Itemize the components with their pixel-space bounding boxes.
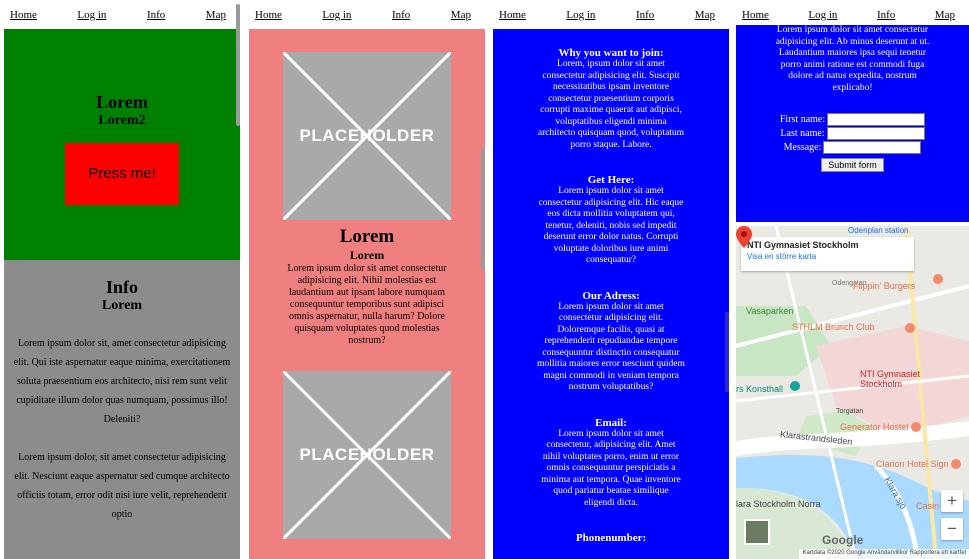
map-label: Clarion Hotel Sign bbox=[876, 459, 949, 469]
section-text: Lorem ipsum dolor sit amet consectetur, … bbox=[541, 428, 681, 508]
nav-map-link[interactable]: Map bbox=[451, 9, 471, 21]
nav-map-link[interactable]: Map bbox=[935, 9, 955, 21]
placeholder-label: PLACEHOLDER bbox=[299, 126, 435, 145]
hero-section: Lorem Lorem2 Press me! bbox=[4, 29, 240, 260]
contact-section: Lorem ipsum dolor sit amet consectetur a… bbox=[736, 25, 969, 222]
nav-login-link[interactable]: Log in bbox=[322, 9, 351, 21]
larger-map-link[interactable]: Visa en större karta bbox=[747, 252, 908, 261]
contact-form: First name: Last name: Message: Submit f… bbox=[736, 112, 969, 172]
map-label: rs Konsthall bbox=[736, 384, 784, 394]
top-nav: Home Log in Info Map bbox=[249, 0, 485, 29]
mobile-view-info: Home Log in Info Map Why you want to joi… bbox=[493, 0, 729, 559]
card-paragraph: Lorem ipsum dolor sit amet consectetur a… bbox=[287, 263, 447, 346]
map-label: NTI Gymnasiet Stockholm bbox=[860, 369, 921, 389]
first-name-input[interactable] bbox=[827, 112, 926, 126]
info-paragraph: Lorem ipsum dolor, sit amet consectetur … bbox=[14, 452, 230, 520]
info-subtitle: Lorem bbox=[101, 298, 143, 313]
map-attribution[interactable]: Kartdata ©2020 Google Användarvillkor Ra… bbox=[799, 549, 969, 559]
map-label: Generator Hostel bbox=[840, 422, 909, 432]
placeholder-image: PLACEHOLDER bbox=[283, 371, 451, 539]
card-subtitle: Lorem bbox=[349, 248, 385, 262]
cards-section: PLACEHOLDER Lorem Lorem Lorem ipsum dolo… bbox=[249, 29, 485, 559]
hero-subtitle: Lorem2 bbox=[98, 113, 146, 128]
message-label: Message: bbox=[783, 141, 822, 153]
section-heading: Why you want to join: bbox=[558, 47, 664, 59]
section-text: Lorem ipsum dolor sit amet consectetur a… bbox=[538, 186, 684, 265]
info-section: Info Lorem Lorem ipsum dolor sit, amet c… bbox=[4, 260, 240, 559]
map-place-name: NTI Gymnasiet Stockholm bbox=[747, 240, 859, 250]
nav-login-link[interactable]: Log in bbox=[77, 9, 106, 21]
nav-info-link[interactable]: Info bbox=[636, 9, 654, 21]
nav-home-link[interactable]: Home bbox=[742, 9, 769, 21]
info-title: Info bbox=[105, 277, 138, 297]
nav-home-link[interactable]: Home bbox=[499, 9, 526, 21]
nav-home-link[interactable]: Home bbox=[10, 9, 37, 21]
map-satellite-toggle[interactable] bbox=[744, 519, 770, 545]
submit-form-button[interactable]: Submit form bbox=[821, 158, 884, 172]
placeholder-image: PLACEHOLDER bbox=[283, 52, 451, 220]
card-title: Lorem bbox=[339, 226, 395, 247]
nav-info-link[interactable]: Info bbox=[147, 9, 165, 21]
press-me-button[interactable]: Press me! bbox=[65, 143, 179, 205]
zoom-in-button[interactable]: + bbox=[941, 490, 963, 512]
nav-login-link[interactable]: Log in bbox=[566, 9, 595, 21]
nav-map-link[interactable]: Map bbox=[206, 9, 226, 21]
message-input[interactable] bbox=[823, 140, 922, 154]
zoom-out-button[interactable]: − bbox=[941, 518, 963, 540]
scrollbar-thumb[interactable] bbox=[236, 4, 240, 126]
scrollbar-thumb[interactable] bbox=[725, 312, 729, 392]
nav-map-link[interactable]: Map bbox=[695, 9, 715, 21]
map-place-card: NTI Gymnasiet Stockholm Visa en större k… bbox=[741, 237, 914, 271]
map-label: Casin bbox=[916, 501, 940, 511]
section-heading: Email: bbox=[595, 416, 627, 429]
map-label: STHLM Brunch Club bbox=[792, 322, 875, 332]
section-heading: Get Here: bbox=[587, 174, 635, 186]
map-label: Torgatan bbox=[836, 408, 864, 415]
placeholder-label: PLACEHOLDER bbox=[299, 445, 435, 464]
map-pin-icon[interactable] bbox=[736, 226, 752, 248]
nav-login-link[interactable]: Log in bbox=[808, 9, 837, 21]
map-label: Odenplan station bbox=[848, 226, 909, 235]
nav-home-link[interactable]: Home bbox=[255, 9, 282, 21]
section-text: Lorem ipsum dolor sit amet consectetur a… bbox=[537, 301, 685, 393]
map-label: lara Stockholm Norra bbox=[736, 499, 821, 509]
mobile-view-map: Home Log in Info Map Lorem ipsum dolor s… bbox=[736, 0, 969, 559]
info-paragraph: Lorem ipsum dolor sit, amet consectetur … bbox=[13, 338, 231, 425]
last-name-label: Last name: bbox=[780, 127, 825, 139]
hero-title: Lorem bbox=[96, 92, 148, 112]
section-text: Lorem, ipsum dolor sit amet consectetur … bbox=[537, 59, 685, 150]
scrollbar-thumb[interactable] bbox=[481, 148, 485, 270]
top-nav: Home Log in Info Map bbox=[493, 0, 729, 29]
nav-info-link[interactable]: Info bbox=[392, 9, 410, 21]
section-heading: Our Adress: bbox=[582, 289, 640, 302]
last-name-input[interactable] bbox=[826, 126, 925, 140]
embedded-map[interactable]: NTI Gymnasiet Stockholm Visa en större k… bbox=[736, 226, 969, 559]
map-label: Vasaparken bbox=[746, 306, 794, 316]
nav-info-link[interactable]: Info bbox=[877, 9, 895, 21]
section-heading: Phonenumber: bbox=[575, 532, 647, 544]
contact-text: Lorem ipsum dolor sit amet consectetur a… bbox=[775, 25, 930, 93]
mobile-view-home: Home Log in Info Map Lorem Lorem2 Press … bbox=[4, 0, 240, 559]
map-label: Flippin' Burgers bbox=[853, 281, 916, 291]
info-blocks: Why you want to join: Lorem, ipsum dolor… bbox=[493, 29, 729, 559]
mobile-view-cards: Home Log in Info Map PLACEHOLDER Lorem L… bbox=[249, 0, 485, 559]
first-name-label: First name: bbox=[779, 113, 826, 125]
google-logo: Google bbox=[822, 533, 864, 547]
top-nav: Home Log in Info Map bbox=[4, 0, 240, 29]
